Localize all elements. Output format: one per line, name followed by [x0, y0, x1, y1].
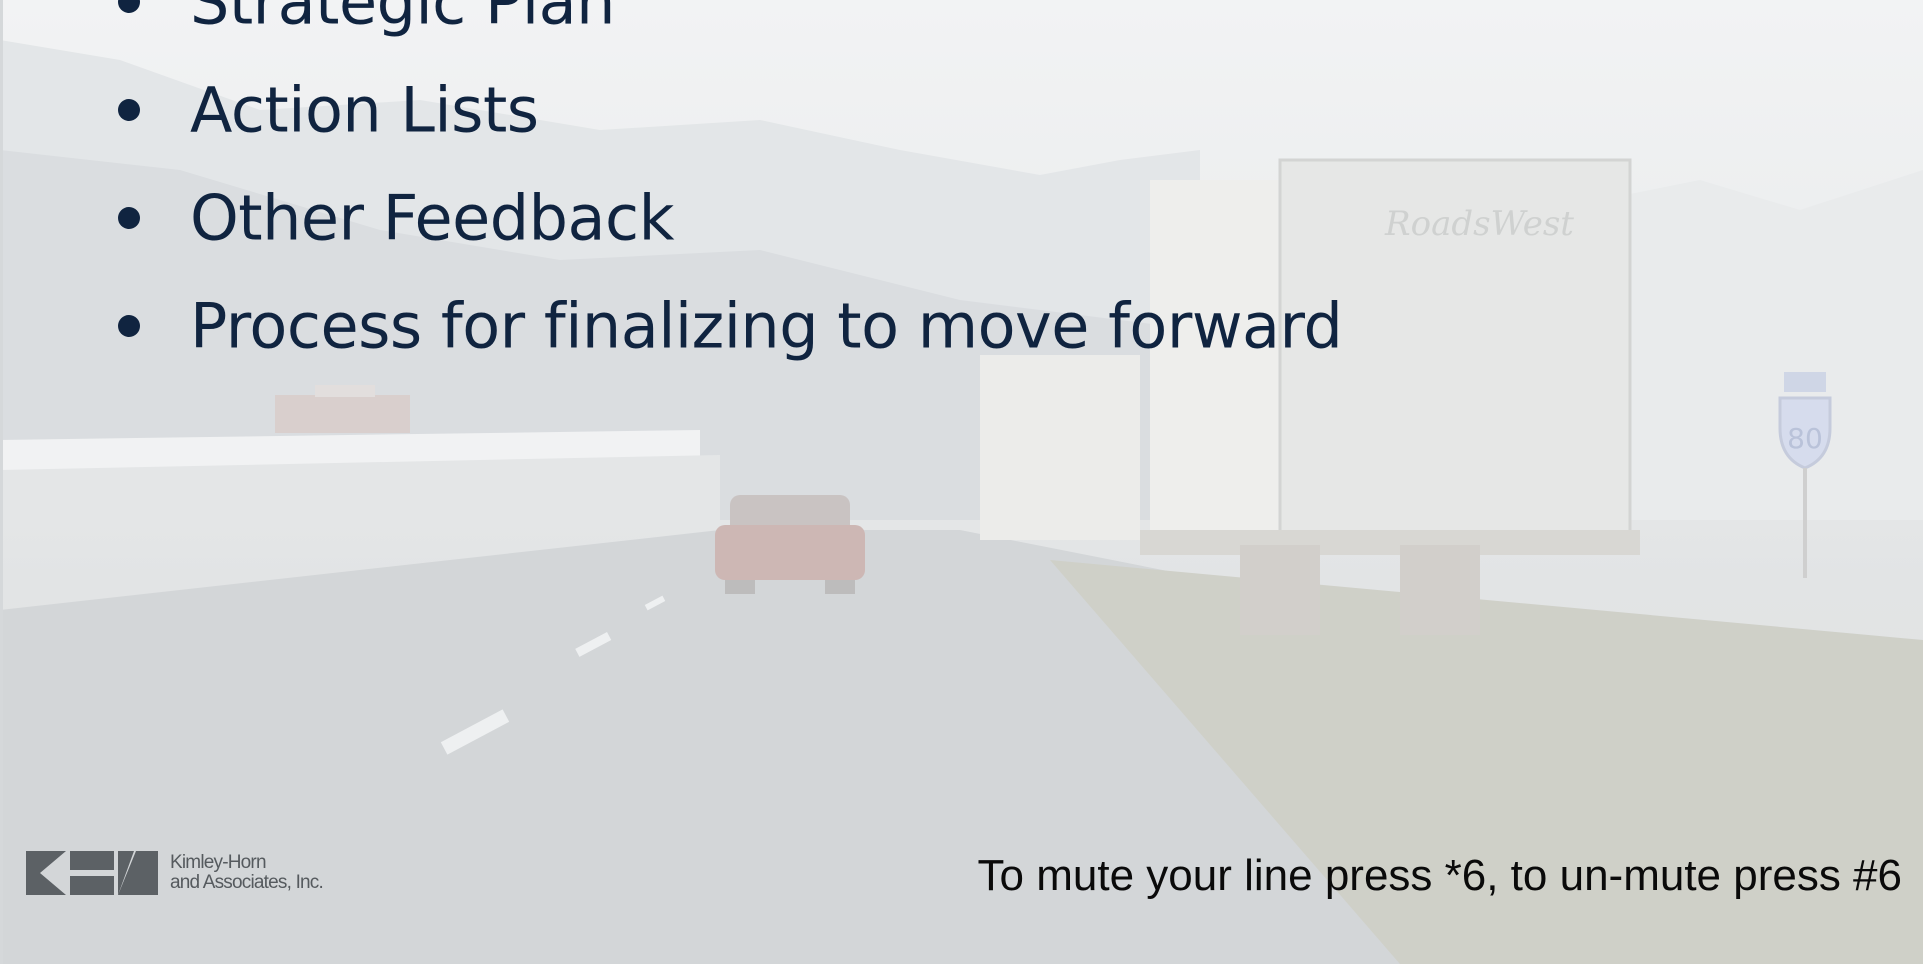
interstate-number: 80 [1787, 422, 1823, 455]
bullet-dot-icon [118, 315, 140, 337]
slide-left-edge [0, 0, 3, 964]
billboard [275, 385, 410, 433]
interstate-sign: 80 [1778, 372, 1832, 578]
logo-wordmark: Kimley-Horn and Associates, Inc. [170, 852, 324, 893]
mute-instructions: To mute your line press *6, to un-mute p… [977, 851, 1902, 900]
logo-line-1: Kimley-Horn [170, 852, 267, 873]
car-on-road [715, 495, 865, 594]
truck-brand-text: RoadsWest [1384, 204, 1574, 244]
bullet-text: Strategic Plan [190, 0, 615, 39]
bullet-dot-icon [118, 99, 140, 121]
kha-logo-icon [26, 851, 158, 895]
presentation-slide: RoadsWest 80 Strategic Plan Action Lists… [0, 0, 1923, 964]
bullet-text: Process for finalizing to move forward [190, 289, 1343, 363]
company-logo: Kimley-Horn and Associates, Inc. [26, 851, 324, 895]
bullet-dot-icon [118, 207, 140, 229]
logo-line-2: and Associates, Inc. [170, 872, 324, 893]
parked-trucks: RoadsWest [980, 158, 1640, 635]
bullet-text: Other Feedback [190, 181, 675, 255]
bullet-text: Action Lists [190, 73, 539, 147]
